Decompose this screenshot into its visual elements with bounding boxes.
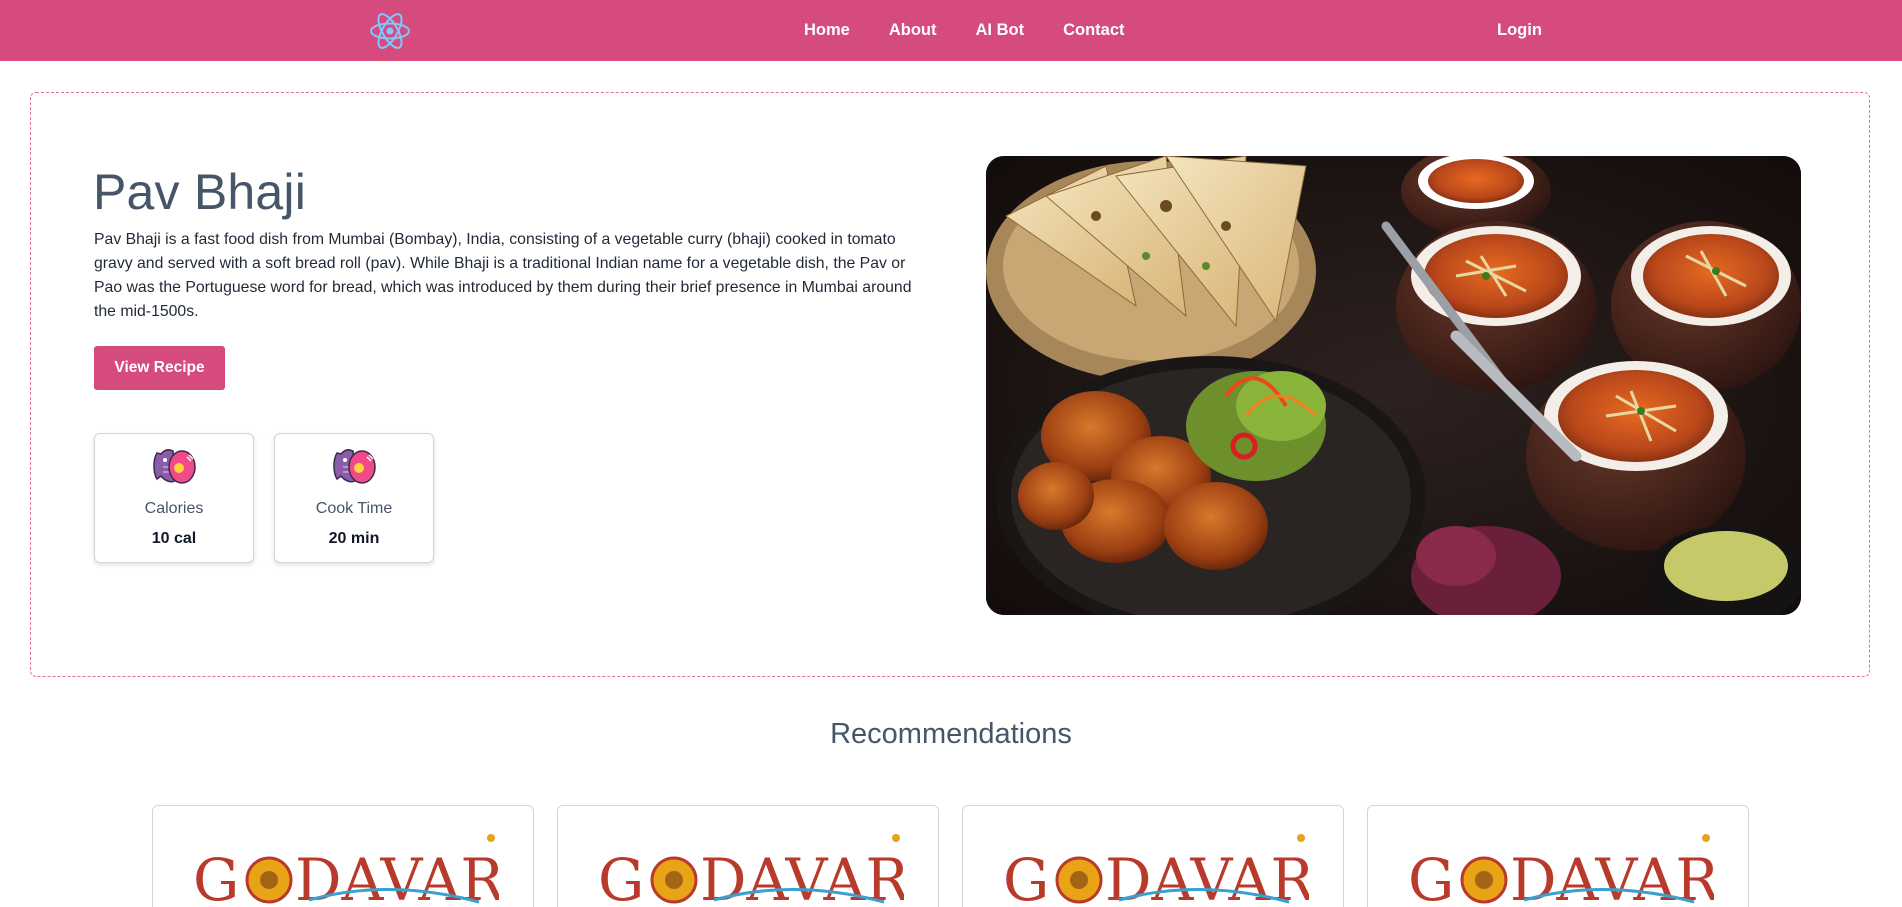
svg-text:G: G xyxy=(598,846,644,907)
react-atom-icon[interactable] xyxy=(368,9,412,53)
login-link[interactable]: Login xyxy=(1497,0,1542,61)
nav-about-link[interactable]: About xyxy=(889,21,937,40)
fish-egg-icon xyxy=(333,449,376,484)
godavari-logo: G DAVARI xyxy=(598,834,904,907)
view-recipe-button[interactable]: View Recipe xyxy=(94,346,225,390)
nav-home-link[interactable]: Home xyxy=(804,21,850,40)
recipe-description: Pav Bhaji is a fast food dish from Mumba… xyxy=(94,231,912,320)
recommendation-card[interactable]: G DAVARI xyxy=(152,805,534,907)
svg-text:G: G xyxy=(1003,846,1049,907)
fish-egg-icon xyxy=(153,449,196,484)
navbar: Home About AI Bot Contact Login xyxy=(0,0,1902,61)
godavari-logo: G DAVARI xyxy=(1003,834,1309,907)
recommendation-card[interactable]: G DAVARI xyxy=(557,805,939,907)
main-nav: Home About AI Bot Contact xyxy=(804,0,1125,61)
indian-food-photo xyxy=(986,156,1801,615)
hero-section: Pav Bhaji Pav Bhaji is a fast food dish … xyxy=(30,92,1870,677)
calories-label: Calories xyxy=(144,500,204,517)
cook-time-value: 20 min xyxy=(328,530,380,547)
recommendations-title: Recommendations xyxy=(830,718,1072,750)
svg-text:G: G xyxy=(1408,846,1454,907)
svg-text:G: G xyxy=(193,846,239,907)
cook-time-label: Cook Time xyxy=(315,500,393,517)
calories-card: Calories 10 cal xyxy=(94,433,254,563)
godavari-logo: G DAVARI xyxy=(193,834,499,907)
cook-time-card: Cook Time 20 min xyxy=(274,433,434,563)
recipe-title: Pav Bhaji xyxy=(93,164,307,220)
nav-contact-link[interactable]: Contact xyxy=(1063,21,1124,40)
calories-value: 10 cal xyxy=(151,530,197,547)
nav-ai-bot-link[interactable]: AI Bot xyxy=(976,21,1025,40)
godavari-logo: G DAVARI xyxy=(1408,834,1714,907)
recommendation-card[interactable]: G DAVARI xyxy=(962,805,1344,907)
recommendation-card[interactable]: G DAVARI xyxy=(1367,805,1749,907)
